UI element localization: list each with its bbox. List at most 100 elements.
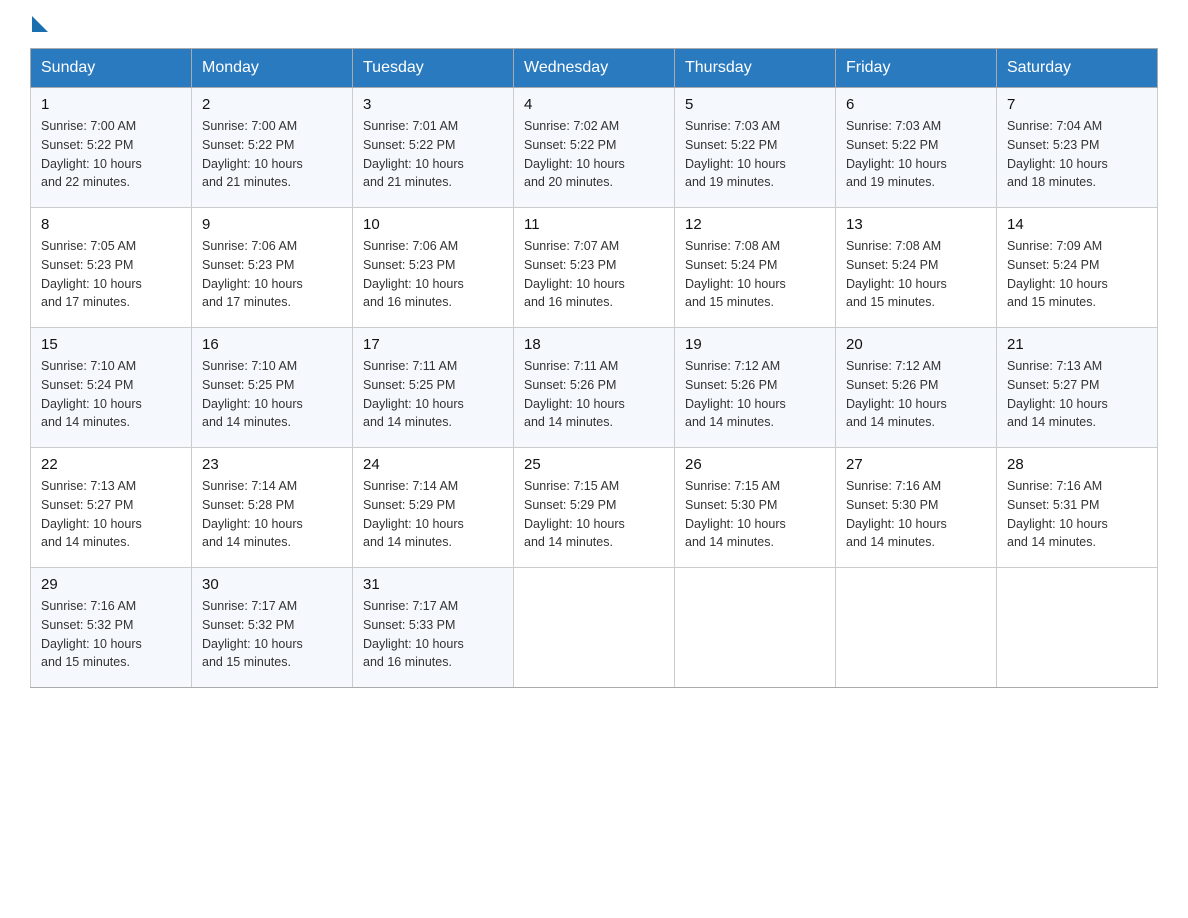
day-info: Sunrise: 7:10 AMSunset: 5:24 PMDaylight:… [41, 359, 142, 429]
day-number: 25 [524, 456, 664, 473]
day-info: Sunrise: 7:03 AMSunset: 5:22 PMDaylight:… [685, 119, 786, 189]
calendar-cell: 10 Sunrise: 7:06 AMSunset: 5:23 PMDaylig… [353, 208, 514, 328]
calendar-cell: 24 Sunrise: 7:14 AMSunset: 5:29 PMDaylig… [353, 448, 514, 568]
day-number: 4 [524, 96, 664, 113]
calendar-cell: 23 Sunrise: 7:14 AMSunset: 5:28 PMDaylig… [192, 448, 353, 568]
day-number: 6 [846, 96, 986, 113]
day-number: 2 [202, 96, 342, 113]
calendar-cell: 28 Sunrise: 7:16 AMSunset: 5:31 PMDaylig… [997, 448, 1158, 568]
day-number: 12 [685, 216, 825, 233]
calendar-cell: 31 Sunrise: 7:17 AMSunset: 5:33 PMDaylig… [353, 568, 514, 688]
calendar-week-row: 29 Sunrise: 7:16 AMSunset: 5:32 PMDaylig… [31, 568, 1158, 688]
calendar-cell [675, 568, 836, 688]
day-number: 23 [202, 456, 342, 473]
logo [30, 20, 48, 28]
calendar-cell: 1 Sunrise: 7:00 AMSunset: 5:22 PMDayligh… [31, 88, 192, 208]
day-info: Sunrise: 7:12 AMSunset: 5:26 PMDaylight:… [685, 359, 786, 429]
day-number: 30 [202, 576, 342, 593]
calendar-cell: 15 Sunrise: 7:10 AMSunset: 5:24 PMDaylig… [31, 328, 192, 448]
day-info: Sunrise: 7:04 AMSunset: 5:23 PMDaylight:… [1007, 119, 1108, 189]
day-info: Sunrise: 7:08 AMSunset: 5:24 PMDaylight:… [846, 239, 947, 309]
day-number: 3 [363, 96, 503, 113]
day-number: 5 [685, 96, 825, 113]
day-info: Sunrise: 7:08 AMSunset: 5:24 PMDaylight:… [685, 239, 786, 309]
day-number: 9 [202, 216, 342, 233]
day-number: 13 [846, 216, 986, 233]
day-info: Sunrise: 7:09 AMSunset: 5:24 PMDaylight:… [1007, 239, 1108, 309]
calendar-cell: 13 Sunrise: 7:08 AMSunset: 5:24 PMDaylig… [836, 208, 997, 328]
day-number: 28 [1007, 456, 1147, 473]
day-info: Sunrise: 7:15 AMSunset: 5:30 PMDaylight:… [685, 479, 786, 549]
calendar-table: SundayMondayTuesdayWednesdayThursdayFrid… [30, 48, 1158, 688]
day-number: 29 [41, 576, 181, 593]
day-number: 18 [524, 336, 664, 353]
day-number: 15 [41, 336, 181, 353]
calendar-cell: 3 Sunrise: 7:01 AMSunset: 5:22 PMDayligh… [353, 88, 514, 208]
calendar-week-row: 15 Sunrise: 7:10 AMSunset: 5:24 PMDaylig… [31, 328, 1158, 448]
calendar-header-saturday: Saturday [997, 49, 1158, 88]
day-info: Sunrise: 7:03 AMSunset: 5:22 PMDaylight:… [846, 119, 947, 189]
calendar-cell: 30 Sunrise: 7:17 AMSunset: 5:32 PMDaylig… [192, 568, 353, 688]
day-number: 27 [846, 456, 986, 473]
day-number: 16 [202, 336, 342, 353]
day-info: Sunrise: 7:16 AMSunset: 5:30 PMDaylight:… [846, 479, 947, 549]
day-number: 14 [1007, 216, 1147, 233]
day-info: Sunrise: 7:17 AMSunset: 5:32 PMDaylight:… [202, 599, 303, 669]
day-info: Sunrise: 7:05 AMSunset: 5:23 PMDaylight:… [41, 239, 142, 309]
calendar-week-row: 8 Sunrise: 7:05 AMSunset: 5:23 PMDayligh… [31, 208, 1158, 328]
header [30, 20, 1158, 28]
day-info: Sunrise: 7:15 AMSunset: 5:29 PMDaylight:… [524, 479, 625, 549]
day-info: Sunrise: 7:12 AMSunset: 5:26 PMDaylight:… [846, 359, 947, 429]
calendar-cell: 17 Sunrise: 7:11 AMSunset: 5:25 PMDaylig… [353, 328, 514, 448]
day-info: Sunrise: 7:00 AMSunset: 5:22 PMDaylight:… [41, 119, 142, 189]
calendar-cell: 12 Sunrise: 7:08 AMSunset: 5:24 PMDaylig… [675, 208, 836, 328]
calendar-cell: 8 Sunrise: 7:05 AMSunset: 5:23 PMDayligh… [31, 208, 192, 328]
calendar-cell: 29 Sunrise: 7:16 AMSunset: 5:32 PMDaylig… [31, 568, 192, 688]
day-number: 1 [41, 96, 181, 113]
day-number: 11 [524, 216, 664, 233]
day-info: Sunrise: 7:02 AMSunset: 5:22 PMDaylight:… [524, 119, 625, 189]
calendar-header-friday: Friday [836, 49, 997, 88]
calendar-cell [997, 568, 1158, 688]
calendar-cell: 18 Sunrise: 7:11 AMSunset: 5:26 PMDaylig… [514, 328, 675, 448]
calendar-cell [836, 568, 997, 688]
calendar-header-sunday: Sunday [31, 49, 192, 88]
calendar-cell: 16 Sunrise: 7:10 AMSunset: 5:25 PMDaylig… [192, 328, 353, 448]
day-info: Sunrise: 7:11 AMSunset: 5:25 PMDaylight:… [363, 359, 464, 429]
calendar-cell: 7 Sunrise: 7:04 AMSunset: 5:23 PMDayligh… [997, 88, 1158, 208]
calendar-cell: 20 Sunrise: 7:12 AMSunset: 5:26 PMDaylig… [836, 328, 997, 448]
day-number: 22 [41, 456, 181, 473]
calendar-cell: 25 Sunrise: 7:15 AMSunset: 5:29 PMDaylig… [514, 448, 675, 568]
day-info: Sunrise: 7:14 AMSunset: 5:29 PMDaylight:… [363, 479, 464, 549]
day-info: Sunrise: 7:00 AMSunset: 5:22 PMDaylight:… [202, 119, 303, 189]
day-info: Sunrise: 7:16 AMSunset: 5:31 PMDaylight:… [1007, 479, 1108, 549]
day-number: 19 [685, 336, 825, 353]
calendar-header-thursday: Thursday [675, 49, 836, 88]
day-number: 20 [846, 336, 986, 353]
calendar-week-row: 22 Sunrise: 7:13 AMSunset: 5:27 PMDaylig… [31, 448, 1158, 568]
day-info: Sunrise: 7:13 AMSunset: 5:27 PMDaylight:… [1007, 359, 1108, 429]
calendar-cell: 11 Sunrise: 7:07 AMSunset: 5:23 PMDaylig… [514, 208, 675, 328]
calendar-cell: 19 Sunrise: 7:12 AMSunset: 5:26 PMDaylig… [675, 328, 836, 448]
day-number: 8 [41, 216, 181, 233]
day-number: 7 [1007, 96, 1147, 113]
day-info: Sunrise: 7:07 AMSunset: 5:23 PMDaylight:… [524, 239, 625, 309]
day-number: 24 [363, 456, 503, 473]
calendar-header-wednesday: Wednesday [514, 49, 675, 88]
day-number: 10 [363, 216, 503, 233]
calendar-week-row: 1 Sunrise: 7:00 AMSunset: 5:22 PMDayligh… [31, 88, 1158, 208]
day-number: 26 [685, 456, 825, 473]
calendar-cell: 21 Sunrise: 7:13 AMSunset: 5:27 PMDaylig… [997, 328, 1158, 448]
calendar-cell: 2 Sunrise: 7:00 AMSunset: 5:22 PMDayligh… [192, 88, 353, 208]
day-info: Sunrise: 7:14 AMSunset: 5:28 PMDaylight:… [202, 479, 303, 549]
calendar-cell: 27 Sunrise: 7:16 AMSunset: 5:30 PMDaylig… [836, 448, 997, 568]
day-info: Sunrise: 7:11 AMSunset: 5:26 PMDaylight:… [524, 359, 625, 429]
day-info: Sunrise: 7:13 AMSunset: 5:27 PMDaylight:… [41, 479, 142, 549]
calendar-cell: 4 Sunrise: 7:02 AMSunset: 5:22 PMDayligh… [514, 88, 675, 208]
day-info: Sunrise: 7:06 AMSunset: 5:23 PMDaylight:… [363, 239, 464, 309]
calendar-cell: 14 Sunrise: 7:09 AMSunset: 5:24 PMDaylig… [997, 208, 1158, 328]
calendar-cell: 9 Sunrise: 7:06 AMSunset: 5:23 PMDayligh… [192, 208, 353, 328]
calendar-header-monday: Monday [192, 49, 353, 88]
calendar-header-tuesday: Tuesday [353, 49, 514, 88]
calendar-cell [514, 568, 675, 688]
